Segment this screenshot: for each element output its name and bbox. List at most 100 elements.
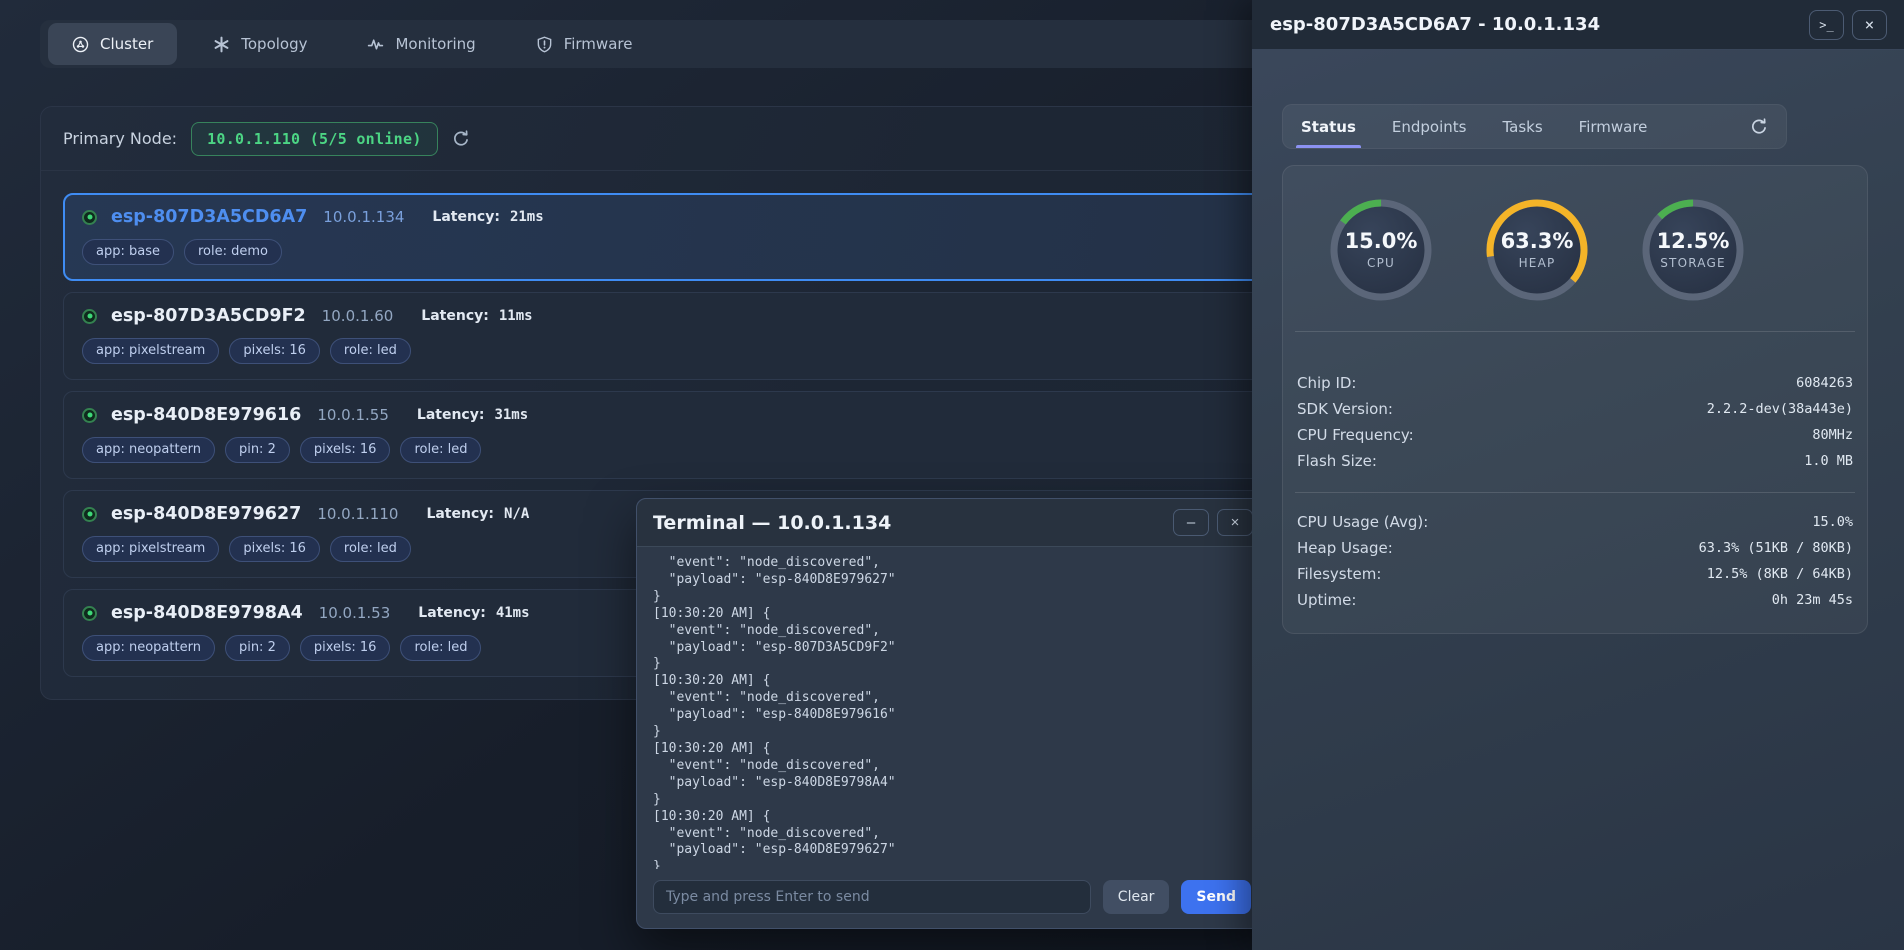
detail-row: SDK Version: 2.2.2-dev(38a443e) [1297, 396, 1853, 422]
detail-row: Uptime:0h 23m 45s [1297, 587, 1853, 613]
terminal-send-button[interactable]: Send [1181, 880, 1251, 914]
node-tag: role: led [330, 536, 411, 562]
detail-value: 63.3% (51KB / 80KB) [1699, 540, 1853, 556]
app-screen: ClusterTopologyMonitoringFirmware Primar… [0, 0, 1904, 950]
detail-row: Heap Usage: 63.3% (51KB / 80KB) [1297, 535, 1853, 561]
nav-tab-label: Firmware [564, 35, 633, 53]
detail-value: 2.2.2-dev(38a443e) [1707, 401, 1853, 417]
gauge-storage: 12.5% STORAGE [1641, 198, 1745, 302]
node-tag: role: led [400, 635, 481, 661]
tab-tasks[interactable]: Tasks [1502, 105, 1542, 148]
node-ip: 10.0.1.134 [323, 208, 404, 226]
terminal-line: [10:30:20 AM] { [653, 809, 1251, 826]
node-latency-label: Latency: [417, 407, 485, 423]
close-icon: × [1865, 15, 1875, 34]
node-latency-value: N/A [504, 506, 529, 522]
tab-status[interactable]: Status [1301, 105, 1356, 148]
details-group: Chip ID:6084263SDK Version:2.2.2-dev(38a… [1283, 332, 1867, 492]
detail-label: Heap Usage: [1297, 539, 1393, 557]
gauge-value: 63.3% [1501, 230, 1574, 253]
tab-endpoints[interactable]: Endpoints [1392, 105, 1467, 148]
detail-label: SDK Version: [1297, 400, 1393, 418]
nav-tab-firmware[interactable]: Firmware [512, 23, 657, 65]
detail-value: 1.0 MB [1804, 453, 1853, 469]
node-tag: app: neopattern [82, 635, 215, 661]
terminal-line: "payload": "esp-840D8E979627" [653, 572, 1251, 589]
node-tag: pin: 2 [225, 635, 290, 661]
gauges: 15.0%CPU63.3%HEAP12.5%STORAGE [1329, 198, 1867, 302]
node-latency-value: 21ms [510, 209, 544, 225]
node-ip: 10.0.1.60 [322, 307, 394, 325]
terminal-window: Terminal — 10.0.1.134 – × "event": "node… [636, 498, 1268, 929]
gauge-label: STORAGE [1660, 256, 1726, 270]
terminal-line: "payload": "esp-807D3A5CD9F2" [653, 640, 1251, 657]
terminal-icon: >_ [1819, 18, 1833, 32]
gauge-value: 15.0% [1345, 230, 1418, 253]
gauge-value: 12.5% [1657, 230, 1730, 253]
terminal-header[interactable]: Terminal — 10.0.1.134 – × [637, 499, 1267, 547]
nav-tab-label: Cluster [100, 35, 153, 53]
node-tag: pixels: 16 [300, 635, 391, 661]
detail-value: 15.0% [1812, 514, 1853, 530]
detail-label: CPU Frequency: [1297, 426, 1414, 444]
terminal-line: } [653, 792, 1251, 809]
status-online-icon [82, 507, 97, 522]
panel-close-button[interactable]: × [1852, 10, 1887, 40]
terminal-line: [10:30:20 AM] { [653, 673, 1251, 690]
status-card: 15.0%CPU63.3%HEAP12.5%STORAGE Chip ID:60… [1282, 165, 1868, 634]
terminal-line: "event": "node_discovered", [653, 758, 1251, 775]
primary-refresh-button[interactable] [452, 130, 470, 148]
minimize-icon: – [1187, 514, 1195, 531]
topology-icon [213, 36, 230, 53]
refresh-icon [452, 130, 470, 148]
node-ip: 10.0.1.55 [317, 406, 389, 424]
node-name: esp-840D8E9798A4 [111, 603, 303, 623]
panel-refresh-button[interactable] [1750, 118, 1768, 136]
nav-tab-topology[interactable]: Topology [189, 23, 331, 65]
node-tag: pixels: 16 [300, 437, 391, 463]
terminal-input[interactable] [653, 880, 1091, 914]
terminal-input-bar: Clear Send [637, 869, 1267, 928]
nav-tab-monitoring[interactable]: Monitoring [343, 23, 499, 65]
detail-value: 12.5% (8KB / 64KB) [1707, 566, 1853, 582]
detail-label: Uptime: [1297, 591, 1356, 609]
detail-label: Flash Size: [1297, 452, 1377, 470]
node-name: esp-807D3A5CD6A7 [111, 207, 307, 227]
detail-row: Flash Size: 1.0 MB [1297, 448, 1853, 474]
terminal-close-button[interactable]: × [1217, 509, 1253, 536]
status-online-icon [82, 210, 97, 225]
terminal-line: "event": "node_discovered", [653, 690, 1251, 707]
node-ip: 10.0.1.110 [317, 505, 398, 523]
node-tag: app: neopattern [82, 437, 215, 463]
detail-row: CPU Usage (Avg): 15.0% [1297, 509, 1853, 535]
terminal-line: "event": "node_discovered", [653, 623, 1251, 640]
firmware-icon [536, 36, 553, 53]
node-tag: pin: 2 [225, 437, 290, 463]
detail-value: 6084263 [1796, 375, 1853, 391]
terminal-clear-button[interactable]: Clear [1103, 880, 1170, 914]
gauge-text: 63.3%HEAP [1485, 198, 1589, 302]
node-latency-value: 31ms [494, 407, 528, 423]
terminal-line: [10:30:20 AM] { [653, 741, 1251, 758]
refresh-icon [1750, 118, 1768, 136]
detail-label: CPU Usage (Avg): [1297, 513, 1428, 531]
node-name: esp-807D3A5CD9F2 [111, 306, 306, 326]
terminal-line: "payload": "esp-840D8E979627" [653, 842, 1251, 859]
panel-terminal-button[interactable]: >_ [1809, 10, 1844, 40]
terminal-minimize-button[interactable]: – [1173, 509, 1209, 536]
terminal-line: } [653, 859, 1251, 869]
node-latency-label: Latency: [426, 506, 494, 522]
details-group: CPU Usage (Avg): 15.0% Heap Usage: 63.3% (5… [1283, 493, 1867, 615]
terminal-line: "event": "node_discovered", [653, 555, 1251, 572]
node-tag: app: pixelstream [82, 338, 219, 364]
nav-tab-cluster[interactable]: Cluster [48, 23, 177, 65]
node-name: esp-840D8E979627 [111, 504, 301, 524]
status-online-icon [82, 408, 97, 423]
node-latency-label: Latency: [421, 308, 489, 324]
terminal-line: } [653, 724, 1251, 741]
tab-firmware[interactable]: Firmware [1579, 105, 1648, 148]
primary-node-value-badge: 10.0.1.110 (5/5 online) [191, 122, 438, 156]
terminal-line: [10:30:20 AM] { [653, 606, 1251, 623]
node-tag: app: base [82, 239, 174, 265]
node-tag: pixels: 16 [229, 536, 320, 562]
